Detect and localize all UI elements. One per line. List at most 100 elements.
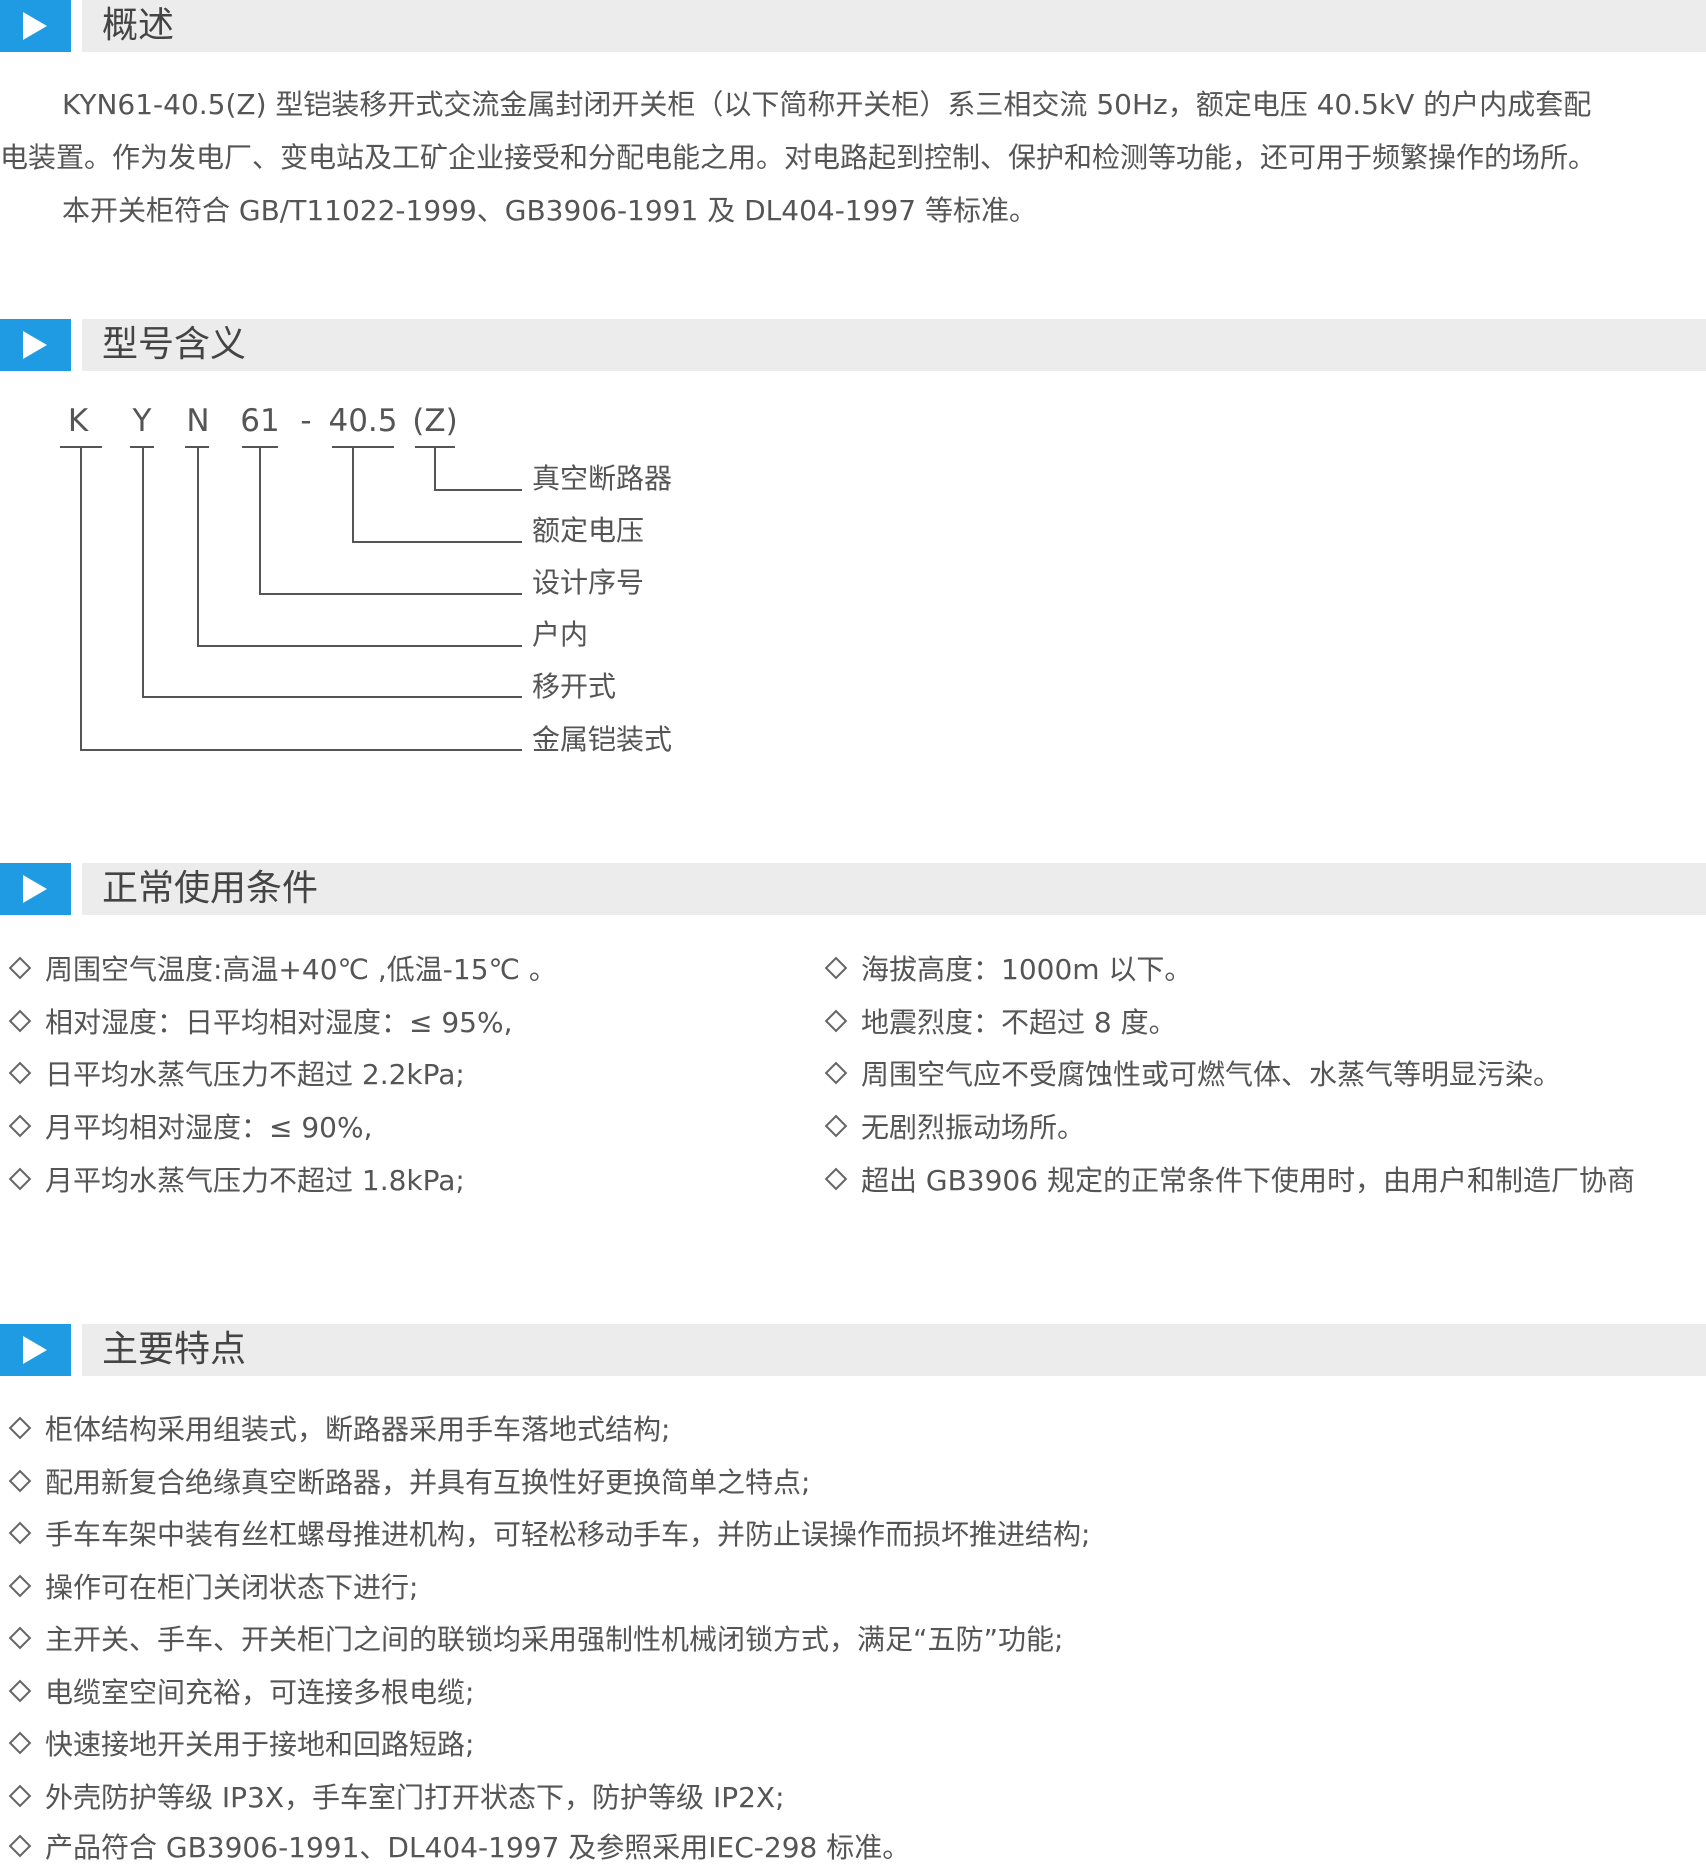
feature-item: 柜体结构采用组装式，断路器采用手车落地式结构; [0,1410,670,1450]
model-letter-dash: - [300,403,312,439]
diamond-outline-icon [8,1834,32,1858]
feature-text: 主开关、手车、开关柜门之间的联锁均采用强制性机械闭锁方式，满足“五防”功能; [45,1623,1064,1656]
feature-item: 操作可在柜门关闭状态下进行; [0,1568,418,1608]
play-triangle-icon [0,319,71,371]
model-label-withdrawable: 移开式 [532,670,617,703]
feature-text: 外壳防护等级 IP3X，手车室门打开状态下，防护等级 IP2X; [45,1781,785,1814]
feature-text: 产品符合 GB3906-1991、DL404-1997 及参照采用IEC-298… [45,1831,911,1864]
condition-item: 周围空气应不受腐蚀性或可燃气体、水蒸气等明显污染。 [816,1055,1561,1095]
stem-40-5 [352,446,354,542]
condition-item: 周围空气温度:高温+40℃ ,低温-15℃ 。 [0,950,557,990]
condition-item: 月平均相对湿度：≤ 90%, [0,1108,373,1148]
play-triangle-icon [0,863,71,915]
condition-text: 海拔高度：1000m 以下。 [861,953,1193,986]
condition-item: 无剧烈振动场所。 [816,1108,1085,1148]
diamond-outline-icon [8,1574,32,1598]
condition-text: 周围空气温度:高温+40℃ ,低温-15℃ 。 [45,953,557,986]
branch-40-5 [352,541,522,543]
diamond-outline-icon [8,1167,32,1191]
diamond-outline-icon [8,1416,32,1440]
feature-text: 电缆室空间充裕，可连接多根电缆; [45,1676,475,1709]
feature-item: 产品符合 GB3906-1991、DL404-1997 及参照采用IEC-298… [0,1828,910,1868]
condition-text: 相对湿度：日平均相对湿度：≤ 95%, [45,1006,513,1039]
diamond-outline-icon [8,1731,32,1755]
section-header-bar [82,319,1706,371]
diamond-outline-icon [8,1679,32,1703]
diamond-outline-icon [8,1061,32,1085]
condition-item: 日平均水蒸气压力不超过 2.2kPa; [0,1055,465,1095]
branch-k [80,749,522,751]
overview-para1-line2: 电装置。作为发电厂、变电站及工矿企业接受和分配电能之用。对电路起到控制、保护和检… [0,141,1597,174]
stem-n [197,446,199,646]
condition-text: 月平均相对湿度：≤ 90%, [45,1111,373,1144]
diamond-outline-icon [8,1626,32,1650]
branch-n [197,645,522,647]
feature-item: 外壳防护等级 IP3X，手车室门打开状态下，防护等级 IP2X; [0,1778,785,1818]
condition-item: 超出 GB3906 规定的正常条件下使用时，由用户和制造厂协商 [816,1161,1635,1201]
model-letter-40-5: 40.5 [328,403,398,439]
diamond-outline-icon [824,1061,848,1085]
model-label-indoor: 户内 [532,618,589,651]
section-header-model: 型号含义 [0,319,1706,371]
condition-text: 无剧烈振动场所。 [861,1111,1086,1144]
condition-item: 月平均水蒸气压力不超过 1.8kPa; [0,1161,465,1201]
underline-40-5 [332,446,394,448]
stem-z [434,446,436,490]
section-header-features: 主要特点 [0,1324,1706,1376]
diamond-outline-icon [824,1167,848,1191]
model-label-metal-armored: 金属铠装式 [532,723,673,756]
stem-y [142,446,144,696]
section-header-overview: 概述 [0,0,1706,52]
branch-z [434,489,522,491]
stem-61 [259,446,261,594]
condition-text: 超出 GB3906 规定的正常条件下使用时，由用户和制造厂协商 [861,1164,1635,1197]
overview-para2: 本开关柜符合 GB/T11022-1999、GB3906-1991 及 DL40… [62,194,1037,227]
condition-item: 海拔高度：1000m 以下。 [816,950,1192,990]
feature-text: 操作可在柜门关闭状态下进行; [45,1571,419,1604]
play-triangle-icon [0,0,71,52]
play-triangle-icon [0,1324,71,1376]
model-letter-k: K [67,403,89,439]
condition-text: 月平均水蒸气压力不超过 1.8kPa; [45,1164,465,1197]
section-title: 正常使用条件 [102,868,319,909]
feature-item: 主开关、手车、开关柜门之间的联锁均采用强制性机械闭锁方式，满足“五防”功能; [0,1620,1063,1660]
section-header-conditions: 正常使用条件 [0,863,1706,915]
section-title: 概述 [102,5,175,46]
diamond-outline-icon [8,1114,32,1138]
feature-item: 电缆室空间充裕，可连接多根电缆; [0,1673,474,1713]
section-header-bar [82,1324,1706,1376]
section-title: 主要特点 [102,1329,247,1370]
model-letter-61: 61 [240,403,280,439]
model-letter-z: (Z) [412,403,458,439]
model-letter-y: Y [132,403,152,439]
feature-item: 配用新复合绝缘真空断路器，并具有互换性好更换简单之特点; [0,1463,810,1503]
section-title: 型号含义 [102,324,247,365]
condition-item: 相对湿度：日平均相对湿度：≤ 95%, [0,1003,513,1043]
feature-item: 手车车架中装有丝杠螺母推进机构，可轻松移动手车，并防止误操作而损坏推进结构; [0,1515,1090,1555]
condition-text: 日平均水蒸气压力不超过 2.2kPa; [45,1058,465,1091]
section-header-bar [82,0,1706,52]
feature-text: 快速接地开关用于接地和回路短路; [45,1728,475,1761]
diamond-outline-icon [824,956,848,980]
model-letter-n: N [186,403,210,439]
diamond-outline-icon [8,956,32,980]
branch-y [142,696,522,698]
feature-text: 柜体结构采用组装式，断路器采用手车落地式结构; [45,1413,671,1446]
diamond-outline-icon [824,1114,848,1138]
diamond-outline-icon [8,1469,32,1493]
diamond-outline-icon [8,1784,32,1808]
model-label-rated-voltage: 额定电压 [532,514,645,547]
model-label-design-no: 设计序号 [532,566,645,599]
diamond-outline-icon [8,1009,32,1033]
feature-text: 配用新复合绝缘真空断路器，并具有互换性好更换简单之特点; [45,1466,811,1499]
feature-item: 快速接地开关用于接地和回路短路; [0,1725,474,1765]
model-label-vacuum-breaker: 真空断路器 [532,462,673,495]
diamond-outline-icon [8,1521,32,1545]
section-header-bar [82,863,1706,915]
condition-item: 地震烈度：不超过 8 度。 [816,1003,1177,1043]
stem-k [80,446,82,750]
condition-text: 周围空气应不受腐蚀性或可燃气体、水蒸气等明显污染。 [861,1058,1562,1091]
branch-61 [259,593,522,595]
diamond-outline-icon [824,1009,848,1033]
feature-text: 手车车架中装有丝杠螺母推进机构，可轻松移动手车，并防止误操作而损坏推进结构; [45,1518,1091,1551]
